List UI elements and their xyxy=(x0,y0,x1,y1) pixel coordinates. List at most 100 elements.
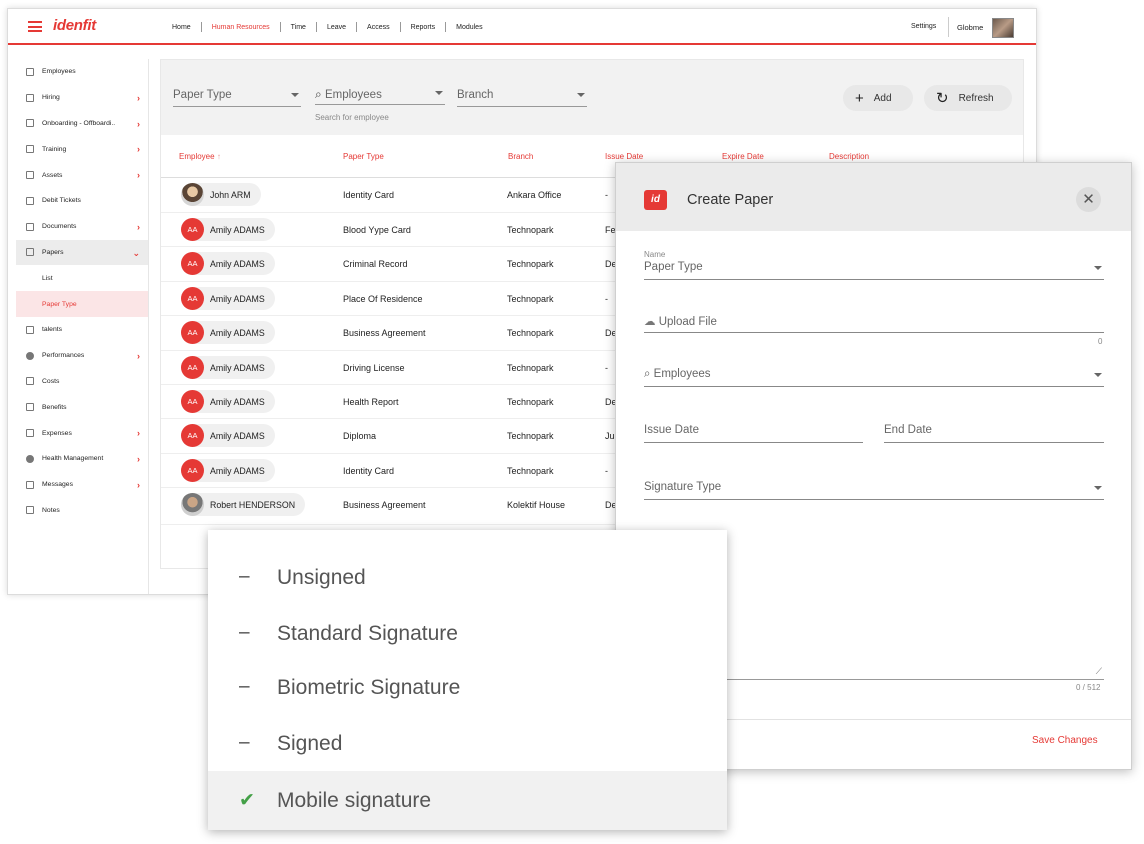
chevron-right-icon: › xyxy=(137,144,140,155)
chevron-right-icon: › xyxy=(137,118,140,129)
avatar: AA xyxy=(181,252,204,275)
nav-human-resources[interactable]: Human Resources xyxy=(202,24,280,31)
employee-name: Amily ADAMS xyxy=(210,396,265,407)
column-header-expire-date[interactable]: Expire Date xyxy=(722,152,764,161)
signature-type-select[interactable]: Signature Type xyxy=(644,481,1104,500)
column-header-paper-type[interactable]: Paper Type xyxy=(343,152,384,161)
sidebar-item-label: Performances xyxy=(42,352,85,360)
sidebar-item-label: Benefits xyxy=(42,403,67,411)
sidebar-item-health-management[interactable]: Health Management › xyxy=(16,446,148,472)
column-header-issue-date[interactable]: Issue Date xyxy=(605,152,643,161)
sidebar-item-hiring[interactable]: Hiring › xyxy=(16,85,148,111)
avatar: AA xyxy=(181,321,204,344)
employees-select[interactable]: ⌕ Employees xyxy=(644,368,1104,387)
sidebar-item-onboarding[interactable]: Onboarding - Offboardi.. › xyxy=(16,111,148,137)
add-button-label: Add xyxy=(873,92,892,104)
paper-type-filter[interactable]: Paper Type xyxy=(173,89,301,107)
sidebar-item-employees[interactable]: Employees xyxy=(16,59,148,85)
employee-chip[interactable]: AA Amily ADAMS xyxy=(181,252,275,275)
search-icon: ⌕ xyxy=(315,87,322,101)
sidebar-item-talents[interactable]: talents xyxy=(16,317,148,343)
signature-option-signed[interactable]: – Signed xyxy=(208,716,727,772)
sidebar-item-training[interactable]: Training › xyxy=(16,136,148,162)
employee-chip[interactable]: AA Amily ADAMS xyxy=(181,459,275,482)
sidebar-item-label: Training xyxy=(42,145,67,153)
menu-icon[interactable] xyxy=(28,21,42,32)
branch-cell: Technopark xyxy=(507,363,554,373)
branch-cell: Technopark xyxy=(507,294,554,304)
chevron-down-icon: ⌄ xyxy=(132,247,140,258)
column-header-branch[interactable]: Branch xyxy=(508,152,533,161)
issue-date-cell: - xyxy=(605,363,608,373)
refresh-button-label: Refresh xyxy=(958,92,994,104)
nav-reports[interactable]: Reports xyxy=(401,24,446,31)
employee-chip[interactable]: AA Amily ADAMS xyxy=(181,390,275,413)
issue-date-field[interactable]: Issue Date xyxy=(644,424,863,443)
avatar xyxy=(181,493,204,516)
brand-logo[interactable]: idenfit xyxy=(53,17,96,34)
employee-chip[interactable]: AA Amily ADAMS xyxy=(181,287,275,310)
user-avatar[interactable] xyxy=(992,18,1014,38)
papers-icon xyxy=(26,248,34,257)
sidebar-item-expenses[interactable]: Expenses › xyxy=(16,420,148,446)
branch-filter[interactable]: Branch xyxy=(457,89,587,107)
chevron-right-icon: › xyxy=(137,428,140,439)
settings-link[interactable]: Settings xyxy=(911,23,936,30)
signature-option-mobile[interactable]: ✔ Mobile signature xyxy=(208,771,727,830)
company-name[interactable]: Globme xyxy=(957,23,983,32)
employee-chip[interactable]: AA Amily ADAMS xyxy=(181,321,275,344)
close-icon[interactable]: ✕ xyxy=(1076,187,1101,212)
sidebar-item-costs[interactable]: Costs xyxy=(16,369,148,395)
employee-chip[interactable]: Robert HENDERSON xyxy=(181,493,306,516)
avatar xyxy=(181,183,204,206)
nav-time[interactable]: Time xyxy=(281,24,316,31)
sidebar-item-assets[interactable]: Assets › xyxy=(16,162,148,188)
dash-icon: – xyxy=(239,566,250,587)
refresh-button[interactable]: ↻ Refresh xyxy=(924,85,1012,111)
avatar: AA xyxy=(181,424,204,447)
employee-chip[interactable]: AA Amily ADAMS xyxy=(181,356,275,379)
refresh-icon: ↻ xyxy=(936,90,949,107)
sidebar-item-benefits[interactable]: Benefits xyxy=(16,394,148,420)
end-date-field[interactable]: End Date xyxy=(884,424,1104,443)
nav-modules[interactable]: Modules xyxy=(446,24,492,31)
avatar: AA xyxy=(181,356,204,379)
sidebar-item-paper-type[interactable]: Paper Type xyxy=(16,291,148,317)
signature-option-unsigned[interactable]: – Unsigned xyxy=(208,550,727,606)
sidebar-item-debit-tickets[interactable]: Debit Tickets xyxy=(16,188,148,214)
employee-chip[interactable]: AA Amily ADAMS xyxy=(181,424,275,447)
add-button[interactable]: + Add xyxy=(843,85,913,111)
save-changes-button[interactable]: Save Changes xyxy=(1032,735,1098,746)
paper-type-cell: Blood Yype Card xyxy=(343,225,411,235)
avatar: AA xyxy=(181,287,204,310)
sidebar-item-label: Notes xyxy=(42,506,60,514)
signature-option-label: Signed xyxy=(277,732,343,755)
sidebar-item-list[interactable]: List xyxy=(16,265,148,291)
top-navbar: idenfit Home Human Resources Time Leave … xyxy=(8,9,1036,45)
divider xyxy=(948,17,949,37)
column-header-employee[interactable]: Employee ↑ xyxy=(179,152,221,161)
employee-chip[interactable]: AA Amily ADAMS xyxy=(181,218,275,241)
employee-name: Amily ADAMS xyxy=(210,327,265,338)
employee-chip[interactable]: John ARM xyxy=(181,183,261,206)
upload-file-field[interactable]: ☁ Upload File xyxy=(644,314,1104,333)
sidebar-item-notes[interactable]: Notes xyxy=(16,498,148,524)
column-header-description[interactable]: Description xyxy=(829,152,869,161)
paper-type-cell: Criminal Record xyxy=(343,259,408,269)
employees-filter-hint: Search for employee xyxy=(315,113,389,122)
signature-option-standard[interactable]: – Standard Signature xyxy=(208,606,727,662)
training-icon xyxy=(26,145,34,154)
sidebar-item-messages[interactable]: Messages › xyxy=(16,472,148,498)
nav-home[interactable]: Home xyxy=(162,24,201,31)
sidebar-item-documents[interactable]: Documents › xyxy=(16,214,148,240)
employees-filter-label: Employees xyxy=(324,89,382,101)
sidebar-item-papers[interactable]: Papers ⌄ xyxy=(16,239,148,266)
paper-type-select[interactable]: Paper Type xyxy=(644,261,1104,280)
sidebar-item-performances[interactable]: Performances › xyxy=(16,343,148,369)
signature-option-label: Mobile signature xyxy=(277,789,432,812)
nav-leave[interactable]: Leave xyxy=(317,24,356,31)
filter-bar: Paper Type ⌕ Employees Search for employ… xyxy=(161,60,1023,135)
employees-filter[interactable]: ⌕ Employees xyxy=(315,87,445,105)
nav-access[interactable]: Access xyxy=(357,24,400,31)
signature-option-biometric[interactable]: – Biometric Signature xyxy=(208,660,727,716)
